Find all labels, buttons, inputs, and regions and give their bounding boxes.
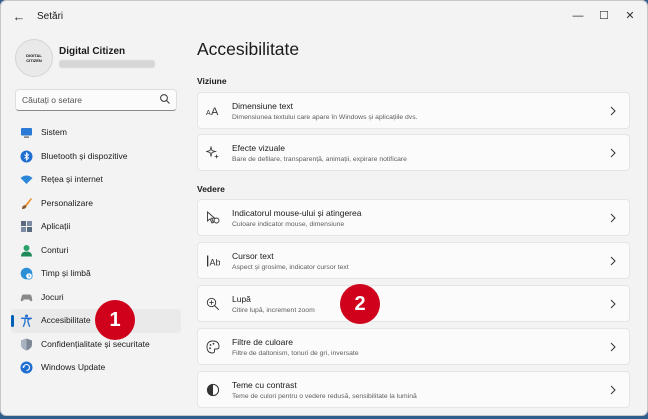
card-subtitle: Bare de defilare, transparență, animații… — [232, 156, 407, 163]
selection-indicator — [11, 315, 14, 327]
sidebar-item-confidentialitate[interactable]: Confidențialitate și securitate — [11, 333, 181, 357]
title-bar: ← Setări — ☐ ✕ — [1, 1, 647, 33]
text-size-icon: AA — [206, 106, 219, 118]
search-box[interactable] — [15, 89, 177, 111]
card-title: Efecte vizuale — [232, 143, 285, 153]
section-title-vedere: Vedere — [197, 184, 225, 194]
sidebar-item-label: Bluetooth și dispozitive — [41, 150, 128, 161]
sidebar-item-personalizare[interactable]: Personalizare — [11, 192, 181, 216]
sidebar-item-label: Rețea și internet — [41, 174, 103, 184]
sidebar-item-aplicatii[interactable]: Aplicații — [11, 215, 181, 239]
callout-badge-1: 1 — [95, 300, 135, 340]
apps-icon — [21, 221, 32, 232]
sparkle-icon — [206, 146, 219, 159]
sidebar-item-timp[interactable]: Timp și limbă — [11, 262, 181, 286]
chevron-right-icon — [610, 385, 616, 395]
sidebar-item-label: Personalizare — [41, 197, 93, 208]
avatar-logo-text: DIGITAL CITIZEN — [26, 53, 42, 63]
sidebar-item-label: Aplicații — [41, 221, 71, 231]
callout-badge-2: 2 — [340, 284, 380, 324]
profile-name: Digital Citizen — [59, 46, 126, 57]
card-subtitle: Teme de culori pentru o vedere redusă, s… — [232, 393, 417, 400]
minimize-button[interactable]: — — [567, 7, 589, 25]
card-title: Filtre de culoare — [232, 337, 293, 347]
chevron-right-icon — [610, 299, 616, 309]
shield-icon — [21, 338, 32, 350]
svg-text:A: A — [211, 106, 219, 118]
chevron-right-icon — [610, 148, 616, 158]
card-lupa[interactable]: Lupă Citire lupă, increment zoom — [197, 285, 630, 322]
globe-clock-icon — [20, 267, 33, 280]
settings-window: ← Setări — ☐ ✕ DIGITAL CITIZEN Digital C… — [0, 0, 648, 416]
search-input[interactable] — [22, 93, 152, 106]
monitor-icon — [21, 128, 32, 138]
sidebar-item-label: Accesibilitate — [41, 315, 91, 325]
svg-text:Ab: Ab — [210, 258, 221, 268]
card-indicator-mouse[interactable]: Indicatorul mouse-ului și atingerea Culo… — [197, 199, 630, 236]
sidebar-item-conturi[interactable]: Conturi — [11, 239, 181, 263]
sidebar-item-label: Timp și limbă — [41, 268, 91, 278]
card-efecte-vizuale[interactable]: Efecte vizuale Bare de defilare, transpa… — [197, 134, 630, 171]
search-icon[interactable] — [159, 93, 171, 105]
profile-email-blurred — [59, 60, 155, 68]
sidebar-item-label: Confidențialitate și securitate — [41, 338, 150, 349]
card-subtitle: Citire lupă, increment zoom — [232, 307, 315, 314]
bluetooth-icon — [20, 150, 33, 162]
card-title: Cursor text — [232, 251, 274, 261]
back-arrow-icon[interactable]: ← — [11, 10, 27, 24]
sidebar-item-bluetooth[interactable]: Bluetooth și dispozitive — [11, 145, 181, 169]
chevron-right-icon — [610, 213, 616, 223]
window-title: Setări — [37, 11, 64, 22]
palette-icon — [206, 340, 220, 354]
page-title: Accesibilitate — [197, 39, 300, 59]
chevron-right-icon — [610, 342, 616, 352]
contrast-icon — [206, 383, 220, 397]
card-subtitle: Filtre de daltonism, tonuri de gri, inve… — [232, 350, 359, 357]
brush-icon — [22, 197, 32, 209]
sidebar-item-retea[interactable]: Rețea și internet — [11, 168, 181, 192]
text-cursor-icon: Ab — [207, 255, 221, 268]
section-title-viziune: Viziune — [197, 76, 227, 86]
card-teme-contrast[interactable]: Teme cu contrast Teme de culori pentru o… — [197, 371, 630, 408]
mouse-pointer-icon — [207, 211, 220, 224]
card-filtre-culoare[interactable]: Filtre de culoare Filtre de daltonism, t… — [197, 328, 630, 365]
maximize-button[interactable]: ☐ — [593, 7, 615, 25]
card-dimensiune-text[interactable]: AA Dimensiune text Dimensiunea textului … — [197, 92, 630, 129]
card-cursor-text[interactable]: Ab Cursor text Aspect și grosime, indica… — [197, 242, 630, 279]
gamepad-icon — [20, 294, 33, 301]
wifi-icon — [20, 175, 33, 184]
card-subtitle: Dimensiunea textului care apare în Windo… — [232, 114, 418, 121]
magnifier-icon — [206, 297, 220, 311]
sidebar-item-label: Windows Update — [41, 362, 106, 372]
sidebar-nav: Sistem Bluetooth și dispozitive Rețea și… — [11, 121, 181, 380]
sidebar-item-windows-update[interactable]: Windows Update — [11, 356, 181, 380]
card-subtitle: Culoare indicator mouse, dimensiune — [232, 221, 345, 228]
sidebar-item-label: Sistem — [41, 127, 67, 137]
chevron-right-icon — [610, 256, 616, 266]
card-title: Lupă — [232, 294, 251, 304]
sidebar-item-jocuri[interactable]: Jocuri — [11, 286, 181, 310]
card-subtitle: Aspect și grosime, indicator cursor text — [232, 264, 349, 271]
card-title: Teme cu contrast — [232, 380, 297, 390]
close-button[interactable]: ✕ — [619, 7, 641, 25]
sidebar-item-label: Jocuri — [41, 291, 64, 302]
update-icon — [20, 361, 33, 374]
card-title: Indicatorul mouse-ului și atingerea — [232, 208, 362, 218]
sidebar-item-sistem[interactable]: Sistem — [11, 121, 181, 145]
sidebar-item-label: Conturi — [41, 244, 69, 255]
chevron-right-icon — [610, 106, 616, 116]
accessibility-icon — [20, 314, 33, 327]
person-icon — [21, 244, 32, 256]
card-title: Dimensiune text — [232, 101, 293, 111]
avatar[interactable]: DIGITAL CITIZEN — [15, 39, 53, 77]
